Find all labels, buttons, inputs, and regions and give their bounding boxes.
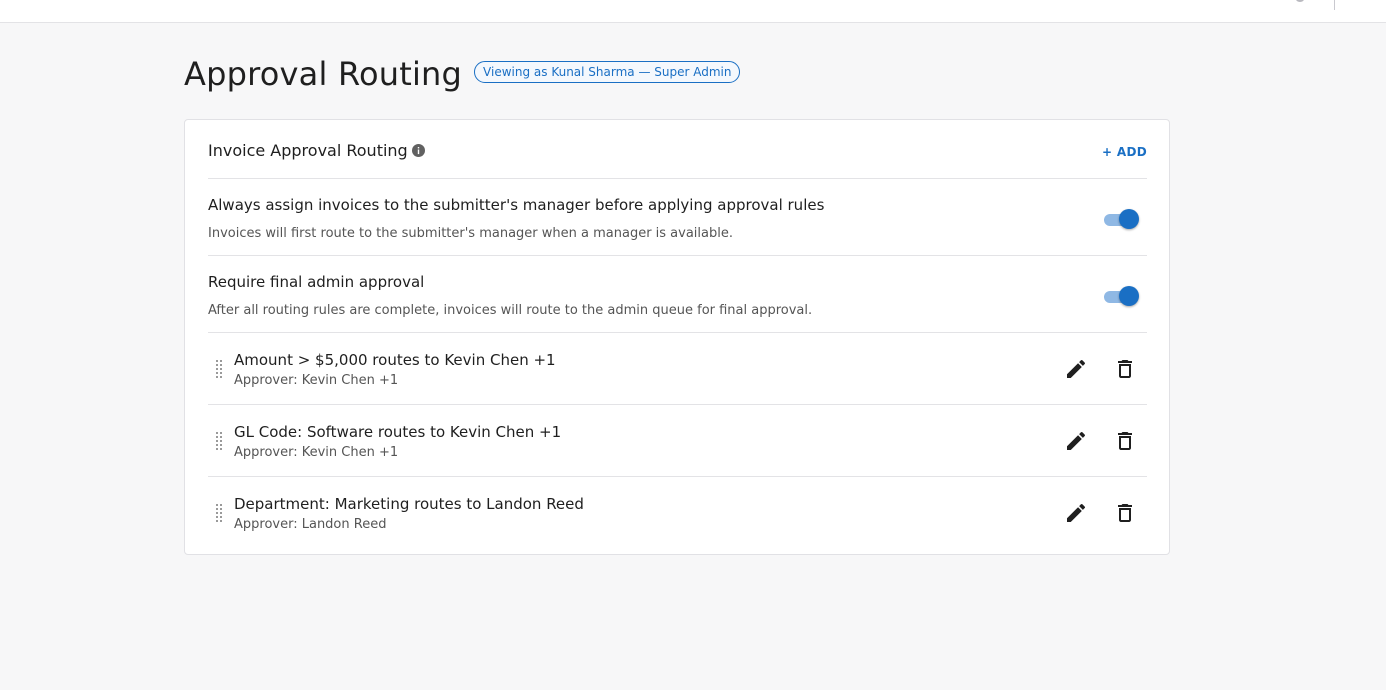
- rule-approver: Approver: Kevin Chen +1: [234, 445, 399, 460]
- top-bar: [0, 0, 1386, 23]
- rule-row: GL Code: Software routes to Kevin Chen +…: [208, 405, 1147, 477]
- delete-rule-button[interactable]: [1113, 501, 1137, 525]
- trash-icon: [1118, 504, 1132, 522]
- trash-icon: [1118, 432, 1132, 450]
- final-admin-approval-toggle[interactable]: [1104, 285, 1140, 307]
- trash-icon: [1118, 360, 1132, 378]
- card-header: Invoice Approval Routing + ADD: [208, 120, 1147, 179]
- edit-rule-button[interactable]: [1064, 357, 1088, 381]
- page-title: Approval Routing: [184, 55, 463, 93]
- rule-title: Amount > $5,000 routes to Kevin Chen +1: [234, 351, 556, 369]
- page-header: Approval Routing Viewing as Kunal Sharma…: [184, 52, 741, 96]
- rule-approver: Approver: Landon Reed: [234, 517, 387, 532]
- edit-rule-button[interactable]: [1064, 429, 1088, 453]
- toggle-thumb: [1119, 286, 1139, 306]
- rule-approver: Approver: Kevin Chen +1: [234, 373, 399, 388]
- setting-title: Require final admin approval: [208, 273, 425, 291]
- top-bar-divider: [1334, 0, 1335, 10]
- setting-description: After all routing rules are complete, in…: [208, 303, 813, 318]
- edit-rule-button[interactable]: [1064, 501, 1088, 525]
- toggle-thumb: [1119, 209, 1139, 229]
- setting-description: Invoices will first route to the submitt…: [208, 226, 733, 241]
- top-bar-avatar-edge[interactable]: [1296, 0, 1304, 2]
- rule-row: Department: Marketing routes to Landon R…: [208, 477, 1147, 549]
- invoice-approval-routing-card: Invoice Approval Routing + ADD Always as…: [184, 119, 1170, 555]
- pencil-icon: [1067, 431, 1086, 450]
- rule-row: Amount > $5,000 routes to Kevin Chen +1 …: [208, 333, 1147, 405]
- delete-rule-button[interactable]: [1113, 357, 1137, 381]
- card-title: Invoice Approval Routing: [208, 141, 408, 160]
- manager-first-toggle[interactable]: [1104, 208, 1140, 230]
- rule-title: GL Code: Software routes to Kevin Chen +…: [234, 423, 562, 441]
- info-icon[interactable]: [412, 144, 425, 157]
- setting-title: Always assign invoices to the submitter'…: [208, 196, 825, 214]
- drag-handle-icon[interactable]: [215, 503, 223, 523]
- setting-row-final-admin: Require final admin approval After all r…: [208, 256, 1147, 333]
- setting-row-manager-first: Always assign invoices to the submitter'…: [208, 179, 1147, 256]
- pencil-icon: [1067, 359, 1086, 378]
- drag-handle-icon[interactable]: [215, 359, 223, 379]
- add-rule-button[interactable]: + ADD: [1102, 145, 1147, 159]
- drag-handle-icon[interactable]: [215, 431, 223, 451]
- rule-title: Department: Marketing routes to Landon R…: [234, 495, 584, 513]
- delete-rule-button[interactable]: [1113, 429, 1137, 453]
- viewing-as-badge: Viewing as Kunal Sharma — Super Admin: [474, 61, 741, 83]
- pencil-icon: [1067, 503, 1086, 522]
